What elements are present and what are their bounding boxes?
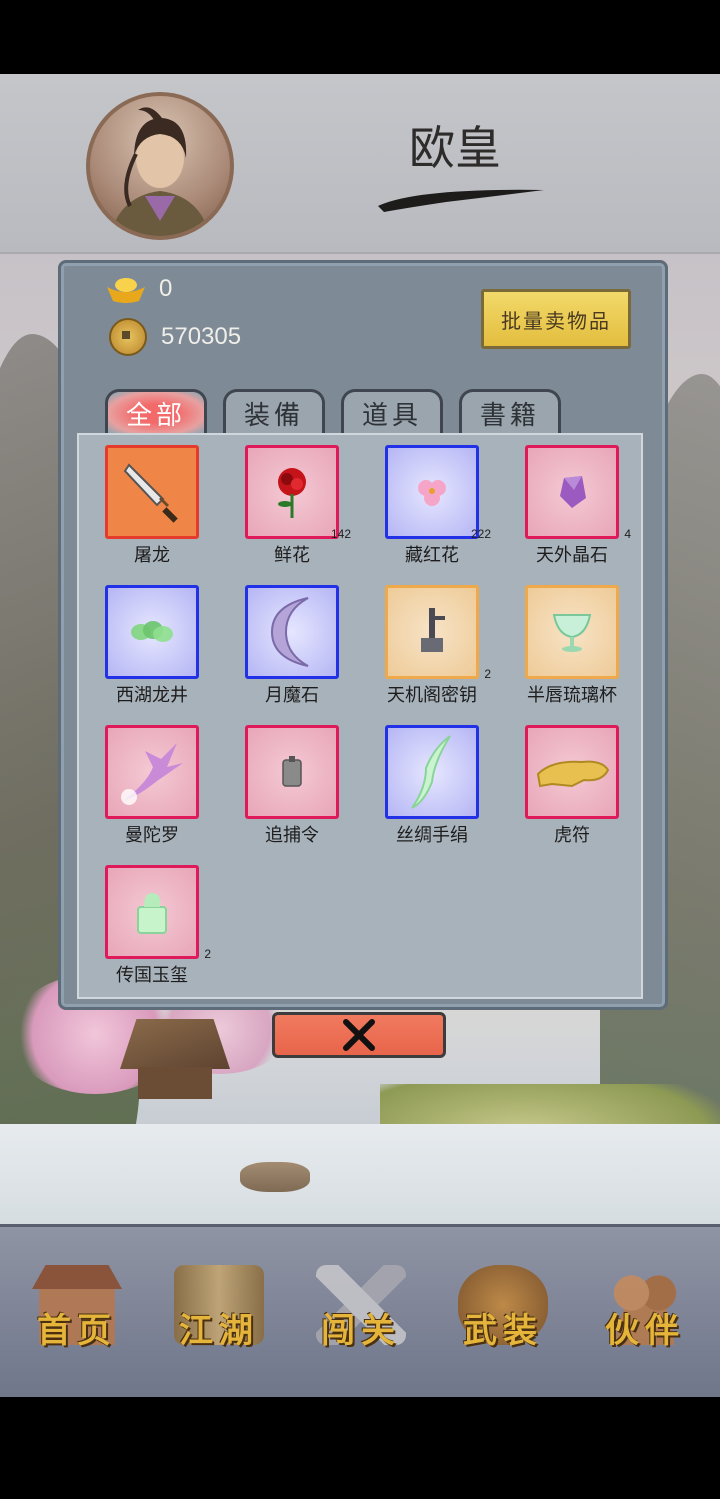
inventory-item[interactable]: 2 传国玉玺 [89,865,229,1005]
item-count: 222 [470,527,491,541]
item-name: 曼陀罗 [125,825,179,846]
gold-ingot-icon [107,278,145,303]
coin-balance: 570305 [105,317,241,357]
item-name: 天机阁密钥 [387,685,477,706]
nav-partners[interactable]: 伙伴 [590,1257,700,1367]
game-screen: 欧皇 0 570305 批量卖物品 全部 装備 道具 書籍 屠龙 142 鲜花 … [0,74,720,1397]
item-name: 藏红花 [405,545,459,566]
bottom-nav: 首页 江湖 闯关 武装 伙伴 [0,1224,720,1397]
broadsword-icon [123,463,178,523]
nav-jianghu[interactable]: 江湖 [164,1257,274,1367]
crystal-icon [560,476,586,508]
tiger-tally-icon [536,760,610,788]
tab-books[interactable]: 書籍 [459,389,561,435]
item-slot[interactable] [385,445,479,539]
item-name: 西湖龙井 [116,685,188,706]
item-name: 虎符 [554,825,590,846]
nav-armor[interactable]: 武装 [448,1257,558,1367]
silk-handkerchief-icon [411,735,451,809]
item-count: 2 [204,947,211,961]
hut [120,1019,230,1099]
tab-props[interactable]: 道具 [341,389,443,435]
inventory-item[interactable]: 2 天机阁密钥 [369,585,509,725]
inventory-item[interactable]: 虎符 [509,725,649,865]
inventory-item[interactable]: 追捕令 [229,725,369,865]
item-slot[interactable] [105,445,199,539]
item-slot[interactable] [385,725,479,819]
category-tabs: 全部 装備 道具 書籍 [105,389,561,435]
item-slot[interactable] [105,585,199,679]
key-icon [421,608,445,652]
item-slot[interactable] [525,585,619,679]
item-slot[interactable] [105,865,199,959]
inventory-item[interactable]: 曼陀罗 [89,725,229,865]
ink-brush-stroke [378,189,544,212]
inventory-item[interactable]: 142 鲜花 [229,445,369,585]
item-count: 4 [624,527,631,541]
item-name: 丝绸手绢 [396,825,468,846]
nav-partners-label: 伙伴 [605,1311,685,1351]
jade-seal-icon [137,893,167,934]
nav-challenge[interactable]: 闯关 [306,1257,416,1367]
inventory-panel: 0 570305 批量卖物品 全部 装備 道具 書籍 屠龙 142 鲜花 222… [58,260,668,1010]
glass-cup-icon [552,614,592,652]
ingot-balance: 0 [105,269,172,309]
tea-leaves-icon [131,621,173,642]
item-slot[interactable] [525,725,619,819]
avatar[interactable] [86,92,234,240]
tab-all[interactable]: 全部 [105,389,207,435]
inventory-item[interactable]: 西湖龙井 [89,585,229,725]
player-header: 欧皇 [0,74,720,254]
nav-jianghu-label: 江湖 [179,1311,259,1351]
moon-stone-icon [270,597,309,667]
nav-challenge-label: 闯关 [321,1311,401,1351]
item-slot[interactable] [245,725,339,819]
item-slot[interactable] [385,585,479,679]
copper-coin-icon [109,318,147,356]
item-name: 传国玉玺 [116,965,188,986]
rock [240,1162,310,1192]
ingot-value: 0 [159,275,173,302]
item-name: 月魔石 [265,685,319,706]
item-grid-container: 屠龙 142 鲜花 222 藏红花 4 天外晶石 西湖龙井 月魔石 2 天机阁密… [77,433,643,999]
item-slot[interactable] [525,445,619,539]
item-grid: 屠龙 142 鲜花 222 藏红花 4 天外晶石 西湖龙井 月魔石 2 天机阁密… [89,445,649,1005]
item-name: 鲜花 [274,545,310,566]
item-slot[interactable] [245,445,339,539]
rose-icon [278,468,306,518]
datura-flower-icon [121,743,183,805]
item-count: 2 [484,667,491,681]
coin-value: 570305 [161,323,242,350]
inventory-item[interactable]: 月魔石 [229,585,369,725]
item-slot[interactable] [105,725,199,819]
item-name: 半唇琉璃杯 [527,685,617,706]
item-count: 142 [330,527,351,541]
inventory-item[interactable]: 4 天外晶石 [509,445,649,585]
warrant-token-icon [282,756,302,787]
nav-armor-label: 武装 [463,1311,543,1351]
close-icon [343,1019,375,1051]
item-name: 屠龙 [134,545,170,566]
tab-equipment[interactable]: 装備 [223,389,325,435]
item-name: 追捕令 [265,825,319,846]
saffron-flower-icon [418,480,446,506]
item-slot[interactable] [245,585,339,679]
character-portrait-icon [110,107,210,236]
item-name: 天外晶石 [536,545,608,566]
inventory-item[interactable]: 222 藏红花 [369,445,509,585]
batch-sell-button[interactable]: 批量卖物品 [481,289,631,349]
nav-home-label: 首页 [37,1311,117,1351]
player-name: 欧皇 [409,121,501,175]
inventory-item[interactable]: 丝绸手绢 [369,725,509,865]
inventory-item[interactable]: 屠龙 [89,445,229,585]
close-button[interactable] [272,1012,446,1058]
nav-home[interactable]: 首页 [22,1257,132,1367]
inventory-item[interactable]: 半唇琉璃杯 [509,585,649,725]
